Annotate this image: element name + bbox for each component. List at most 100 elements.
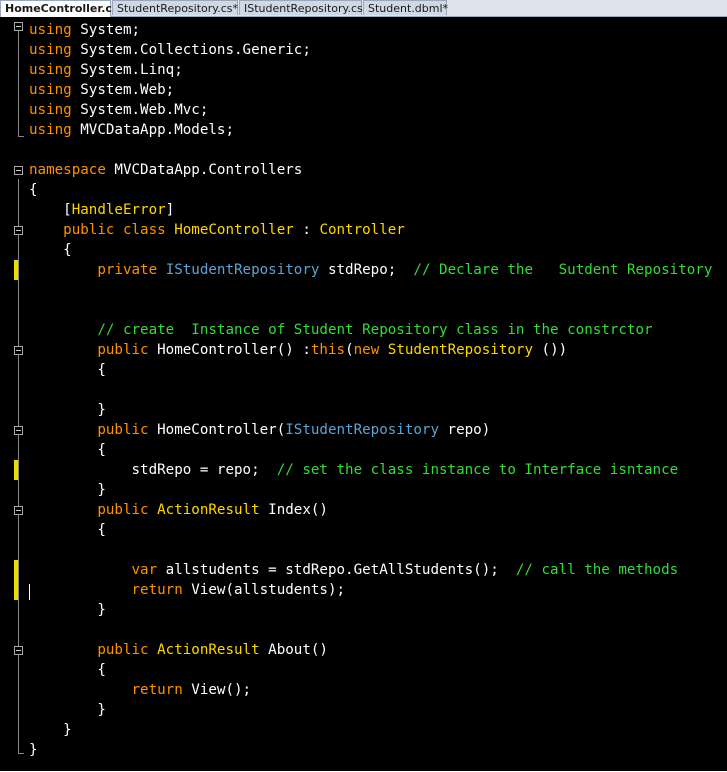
code-token: } [29, 602, 106, 618]
code-token: this [310, 342, 346, 358]
document-tab-bar: HomeController.cs* StudentRepository.cs*… [0, 0, 727, 17]
code-line[interactable]: using MVCDataApp.Models; [0, 120, 727, 140]
code-token: MVCDataApp.Models; [71, 122, 235, 138]
code-line[interactable]: { [0, 360, 727, 380]
code-line-text: using MVCDataApp.Models; [29, 120, 234, 140]
code-line-text: } [29, 600, 106, 620]
code-line-text: } [29, 720, 72, 740]
code-line[interactable]: { [0, 180, 727, 200]
code-line-text: public HomeController(IStudentRepository… [29, 420, 490, 440]
code-line[interactable] [0, 280, 727, 300]
code-line[interactable]: } [0, 400, 727, 420]
code-line[interactable] [0, 140, 727, 160]
tab-studentrepository[interactable]: StudentRepository.cs* [112, 0, 238, 15]
code-line[interactable]: public class HomeController : Controller [0, 220, 727, 240]
code-token: { [29, 182, 38, 198]
tab-homecontroller[interactable]: HomeController.cs* [0, 0, 124, 17]
tab-student-dbml[interactable]: Student.dbml* [363, 0, 448, 15]
code-line[interactable]: public ActionResult About() [0, 640, 727, 660]
code-token: using [29, 42, 72, 58]
code-area[interactable]: using System; using System.Collections.Ge… [0, 17, 727, 771]
code-token: ( [345, 342, 354, 358]
code-line[interactable]: [HandleError] [0, 200, 727, 220]
text-caret [29, 584, 30, 600]
code-line[interactable]: } [0, 720, 727, 740]
code-line[interactable]: var allstudents = stdRepo.GetAllStudents… [0, 560, 727, 580]
code-token: allstudents = stdRepo.GetAllStudents(); [157, 562, 516, 578]
code-line[interactable]: using System.Linq; [0, 60, 727, 80]
code-line-text: { [29, 180, 38, 200]
code-line-text: } [29, 480, 106, 500]
code-line[interactable]: return View(); [0, 680, 727, 700]
code-line-text: using System.Linq; [29, 60, 183, 80]
code-token: HomeController [174, 222, 294, 238]
code-line-text: using System.Web.Mvc; [29, 100, 208, 120]
code-line[interactable]: { [0, 660, 727, 680]
code-token: // Declare the Sutdent Repository [413, 262, 713, 278]
code-token: } [29, 702, 106, 718]
code-token: var [131, 562, 158, 578]
code-line[interactable] [0, 620, 727, 640]
code-token: HandleError [71, 202, 166, 218]
code-line-text: return View(); [29, 680, 252, 700]
code-line[interactable]: public HomeController(IStudentRepository… [0, 420, 727, 440]
code-line[interactable]: } [0, 700, 727, 720]
code-line[interactable]: using System.Web; [0, 80, 727, 100]
code-line[interactable]: return View(allstudents); [0, 580, 727, 600]
code-line[interactable]: { [0, 440, 727, 460]
code-editor[interactable]: using System; using System.Collections.Ge… [0, 17, 727, 771]
code-token: repo) [439, 422, 491, 438]
code-line[interactable]: { [0, 520, 727, 540]
code-line[interactable]: public ActionResult Index() [0, 500, 727, 520]
code-token: { [29, 662, 106, 678]
code-token: ()) [533, 342, 568, 358]
code-line-text: return View(allstudents); [29, 580, 346, 600]
code-token: return [131, 682, 183, 698]
code-line-text: } [29, 740, 38, 760]
tab-istudentrepository[interactable]: IStudentRepository.cs [239, 0, 363, 15]
code-token: { [29, 522, 106, 538]
code-line[interactable]: } [0, 740, 727, 760]
code-token: HomeController( [148, 422, 286, 438]
code-line-text: { [29, 660, 106, 680]
code-line[interactable]: public HomeController() :this(new Studen… [0, 340, 727, 360]
code-line[interactable]: using System.Collections.Generic; [0, 40, 727, 60]
code-line[interactable]: } [0, 480, 727, 500]
code-line[interactable] [0, 380, 727, 400]
code-token: public [97, 642, 149, 658]
code-line[interactable]: using System; [0, 20, 727, 40]
code-token: stdRepo; [319, 262, 414, 278]
code-token: View(); [182, 682, 252, 698]
code-line-text: // create Instance of Student Repository… [29, 320, 652, 340]
code-line[interactable]: { [0, 240, 727, 260]
code-token: ] [165, 202, 175, 218]
code-line-text: using System.Collections.Generic; [29, 40, 311, 60]
code-line[interactable]: using System.Web.Mvc; [0, 100, 727, 120]
code-line[interactable]: } [0, 600, 727, 620]
code-line[interactable]: stdRepo = repo; // set the class instanc… [0, 460, 727, 480]
code-token: { [29, 362, 106, 378]
code-token: } [29, 402, 106, 418]
code-line[interactable]: // create Instance of Student Repository… [0, 320, 727, 340]
code-token: using [29, 122, 72, 138]
code-line[interactable]: private IStudentRepository stdRepo; // D… [0, 260, 727, 280]
code-line[interactable] [0, 300, 727, 320]
code-line[interactable] [0, 540, 727, 560]
code-token: StudentRepository [387, 342, 533, 358]
code-line-text: [HandleError] [29, 200, 174, 220]
code-token: public [97, 342, 149, 358]
code-token: Index() [259, 502, 328, 518]
code-line-text: public HomeController() :this(new Studen… [29, 340, 567, 360]
code-token: namespace [29, 162, 106, 178]
code-token: // set the class instance to Interface i… [276, 462, 679, 478]
code-token: } [29, 722, 72, 738]
code-token: View(allstudents); [182, 582, 346, 598]
code-line[interactable]: namespace MVCDataApp.Controllers [0, 160, 727, 180]
